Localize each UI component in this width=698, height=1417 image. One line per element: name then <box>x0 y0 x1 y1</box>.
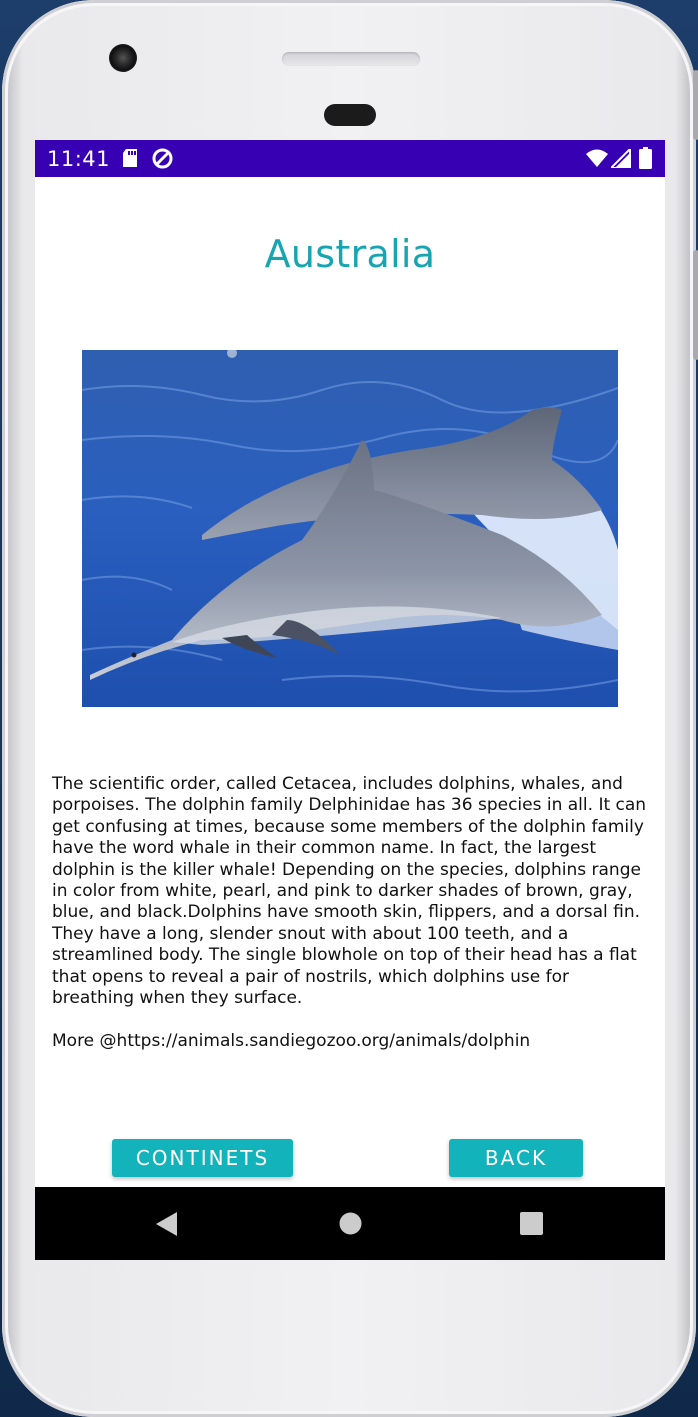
phone-frame: 11:41 Australia The scientific order, ca… <box>2 0 698 1417</box>
more-info-link-text: More @https://animals.sandiegozoo.org/an… <box>52 1030 531 1051</box>
dolphin-image <box>82 350 618 707</box>
back-button[interactable]: BACK <box>449 1139 583 1177</box>
sd-card-icon <box>122 148 138 173</box>
system-nav-bar <box>35 1187 665 1260</box>
screen: 11:41 Australia The scientific order, ca… <box>35 140 665 1260</box>
back-triangle-icon[interactable] <box>155 1211 179 1242</box>
battery-icon <box>639 147 652 174</box>
status-bar: 11:41 <box>35 140 665 177</box>
proximity-sensor <box>324 104 376 126</box>
home-circle-icon[interactable] <box>339 1212 362 1240</box>
description-text: The scientific order, called Cetacea, in… <box>52 774 652 1052</box>
power-button <box>693 250 698 360</box>
volume-up-button <box>693 70 698 140</box>
recents-square-icon[interactable] <box>520 1212 543 1240</box>
earpiece-speaker <box>282 52 420 66</box>
signal-icon <box>608 146 631 173</box>
page-title: Australia <box>264 232 436 276</box>
description-paragraph: The scientific order, called Cetacea, in… <box>52 774 647 1009</box>
wifi-icon <box>586 149 608 172</box>
continents-button[interactable]: CONTINETS <box>112 1139 293 1177</box>
data-saver-icon <box>151 147 174 175</box>
front-camera <box>109 44 137 72</box>
status-time: 11:41 <box>47 147 111 171</box>
